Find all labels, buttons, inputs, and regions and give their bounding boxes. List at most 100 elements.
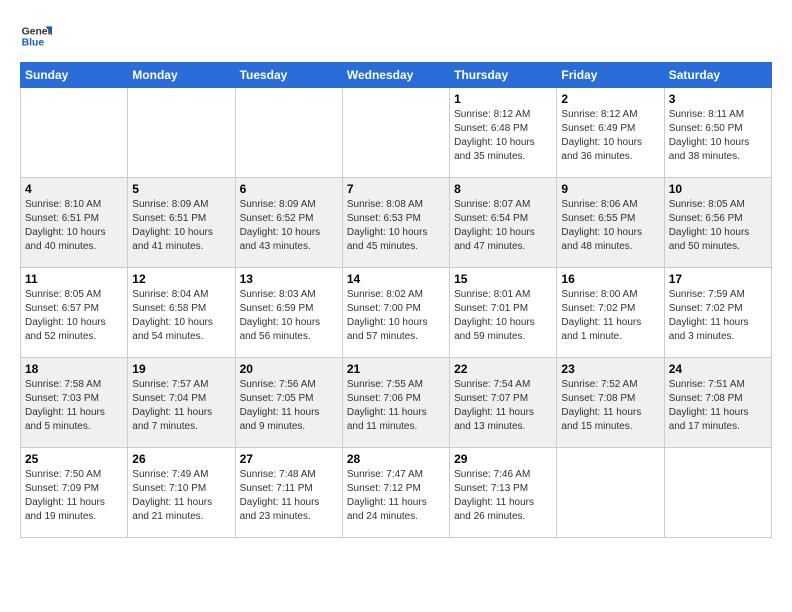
column-header-thursday: Thursday (450, 63, 557, 88)
calendar-week-4: 18 Sunrise: 7:58 AM Sunset: 7:03 PM Dayli… (21, 358, 772, 448)
day-info: Sunrise: 7:57 AM Sunset: 7:04 PM Dayligh… (132, 378, 230, 434)
calendar-cell: 20 Sunrise: 7:56 AM Sunset: 7:05 PM Dayli… (235, 358, 342, 448)
column-header-tuesday: Tuesday (235, 63, 342, 88)
day-number: 2 (561, 92, 659, 106)
calendar-cell: 19 Sunrise: 7:57 AM Sunset: 7:04 PM Dayli… (128, 358, 235, 448)
day-info: Sunrise: 7:59 AM Sunset: 7:02 PM Dayligh… (669, 288, 767, 344)
calendar-cell (235, 88, 342, 178)
calendar-cell: 2 Sunrise: 8:12 AM Sunset: 6:49 PM Daylig… (557, 88, 664, 178)
day-number: 15 (454, 272, 552, 286)
day-number: 13 (240, 272, 338, 286)
calendar-cell: 27 Sunrise: 7:48 AM Sunset: 7:11 PM Dayli… (235, 448, 342, 538)
day-number: 22 (454, 362, 552, 376)
calendar-cell: 17 Sunrise: 7:59 AM Sunset: 7:02 PM Dayli… (664, 268, 771, 358)
column-header-sunday: Sunday (21, 63, 128, 88)
day-number: 4 (25, 182, 123, 196)
day-info: Sunrise: 8:09 AM Sunset: 6:52 PM Dayligh… (240, 198, 338, 254)
day-info: Sunrise: 7:54 AM Sunset: 7:07 PM Dayligh… (454, 378, 552, 434)
day-number: 20 (240, 362, 338, 376)
calendar-cell: 1 Sunrise: 8:12 AM Sunset: 6:48 PM Daylig… (450, 88, 557, 178)
day-number: 17 (669, 272, 767, 286)
calendar-week-3: 11 Sunrise: 8:05 AM Sunset: 6:57 PM Dayli… (21, 268, 772, 358)
day-info: Sunrise: 8:12 AM Sunset: 6:48 PM Dayligh… (454, 108, 552, 164)
calendar-table: SundayMondayTuesdayWednesdayThursdayFrid… (20, 62, 772, 538)
calendar-week-2: 4Sunrise: 8:10 AM Sunset: 6:51 PM Daylig… (21, 178, 772, 268)
calendar-cell: 29 Sunrise: 7:46 AM Sunset: 7:13 PM Dayli… (450, 448, 557, 538)
day-number: 5 (132, 182, 230, 196)
calendar-cell: 22 Sunrise: 7:54 AM Sunset: 7:07 PM Dayli… (450, 358, 557, 448)
calendar-cell: 25 Sunrise: 7:50 AM Sunset: 7:09 PM Dayli… (21, 448, 128, 538)
calendar-cell: 23 Sunrise: 7:52 AM Sunset: 7:08 PM Dayli… (557, 358, 664, 448)
calendar-cell: 28 Sunrise: 7:47 AM Sunset: 7:12 PM Dayli… (342, 448, 449, 538)
day-number: 21 (347, 362, 445, 376)
day-number: 1 (454, 92, 552, 106)
day-info: Sunrise: 8:12 AM Sunset: 6:49 PM Dayligh… (561, 108, 659, 164)
day-info: Sunrise: 7:56 AM Sunset: 7:05 PM Dayligh… (240, 378, 338, 434)
day-number: 6 (240, 182, 338, 196)
calendar-cell (21, 88, 128, 178)
day-info: Sunrise: 7:47 AM Sunset: 7:12 PM Dayligh… (347, 468, 445, 524)
day-info: Sunrise: 8:09 AM Sunset: 6:51 PM Dayligh… (132, 198, 230, 254)
column-header-monday: Monday (128, 63, 235, 88)
calendar-cell: 8 Sunrise: 8:07 AM Sunset: 6:54 PM Daylig… (450, 178, 557, 268)
day-info: Sunrise: 7:50 AM Sunset: 7:09 PM Dayligh… (25, 468, 123, 524)
calendar-header-row: SundayMondayTuesdayWednesdayThursdayFrid… (21, 63, 772, 88)
day-number: 29 (454, 452, 552, 466)
calendar-cell: 5 Sunrise: 8:09 AM Sunset: 6:51 PM Daylig… (128, 178, 235, 268)
calendar-cell: 9Sunrise: 8:06 AM Sunset: 6:55 PM Daylig… (557, 178, 664, 268)
calendar-cell: 11 Sunrise: 8:05 AM Sunset: 6:57 PM Dayli… (21, 268, 128, 358)
day-info: Sunrise: 8:04 AM Sunset: 6:58 PM Dayligh… (132, 288, 230, 344)
logo-icon: General Blue (20, 20, 52, 52)
day-info: Sunrise: 8:00 AM Sunset: 7:02 PM Dayligh… (561, 288, 659, 344)
calendar-cell (128, 88, 235, 178)
column-header-saturday: Saturday (664, 63, 771, 88)
calendar-cell: 14 Sunrise: 8:02 AM Sunset: 7:00 PM Dayli… (342, 268, 449, 358)
day-info: Sunrise: 8:01 AM Sunset: 7:01 PM Dayligh… (454, 288, 552, 344)
day-number: 7 (347, 182, 445, 196)
calendar-week-1: 1 Sunrise: 8:12 AM Sunset: 6:48 PM Daylig… (21, 88, 772, 178)
day-info: Sunrise: 7:55 AM Sunset: 7:06 PM Dayligh… (347, 378, 445, 434)
calendar-cell: 24 Sunrise: 7:51 AM Sunset: 7:08 PM Dayli… (664, 358, 771, 448)
day-info: Sunrise: 8:06 AM Sunset: 6:55 PM Dayligh… (561, 198, 659, 254)
day-info: Sunrise: 7:49 AM Sunset: 7:10 PM Dayligh… (132, 468, 230, 524)
day-number: 11 (25, 272, 123, 286)
day-number: 3 (669, 92, 767, 106)
day-info: Sunrise: 7:52 AM Sunset: 7:08 PM Dayligh… (561, 378, 659, 434)
day-number: 23 (561, 362, 659, 376)
calendar-cell: 12Sunrise: 8:04 AM Sunset: 6:58 PM Dayli… (128, 268, 235, 358)
day-info: Sunrise: 7:48 AM Sunset: 7:11 PM Dayligh… (240, 468, 338, 524)
day-number: 24 (669, 362, 767, 376)
page-header: General Blue (20, 20, 772, 52)
logo: General Blue (20, 20, 52, 52)
day-number: 25 (25, 452, 123, 466)
calendar-cell: 15 Sunrise: 8:01 AM Sunset: 7:01 PM Dayli… (450, 268, 557, 358)
day-number: 8 (454, 182, 552, 196)
day-info: Sunrise: 8:11 AM Sunset: 6:50 PM Dayligh… (669, 108, 767, 164)
day-info: Sunrise: 7:46 AM Sunset: 7:13 PM Dayligh… (454, 468, 552, 524)
svg-text:Blue: Blue (22, 38, 45, 49)
day-number: 19 (132, 362, 230, 376)
calendar-cell (342, 88, 449, 178)
calendar-cell: 6 Sunrise: 8:09 AM Sunset: 6:52 PM Daylig… (235, 178, 342, 268)
day-number: 16 (561, 272, 659, 286)
day-info: Sunrise: 8:02 AM Sunset: 7:00 PM Dayligh… (347, 288, 445, 344)
day-number: 27 (240, 452, 338, 466)
day-info: Sunrise: 8:03 AM Sunset: 6:59 PM Dayligh… (240, 288, 338, 344)
calendar-cell: 13 Sunrise: 8:03 AM Sunset: 6:59 PM Dayli… (235, 268, 342, 358)
day-info: Sunrise: 8:05 AM Sunset: 6:56 PM Dayligh… (669, 198, 767, 254)
day-number: 14 (347, 272, 445, 286)
column-header-wednesday: Wednesday (342, 63, 449, 88)
day-info: Sunrise: 8:05 AM Sunset: 6:57 PM Dayligh… (25, 288, 123, 344)
day-info: Sunrise: 7:51 AM Sunset: 7:08 PM Dayligh… (669, 378, 767, 434)
day-number: 18 (25, 362, 123, 376)
day-number: 28 (347, 452, 445, 466)
day-info: Sunrise: 8:08 AM Sunset: 6:53 PM Dayligh… (347, 198, 445, 254)
calendar-cell: 10 Sunrise: 8:05 AM Sunset: 6:56 PM Dayli… (664, 178, 771, 268)
day-number: 10 (669, 182, 767, 196)
calendar-cell: 3 Sunrise: 8:11 AM Sunset: 6:50 PM Daylig… (664, 88, 771, 178)
day-info: Sunrise: 8:07 AM Sunset: 6:54 PM Dayligh… (454, 198, 552, 254)
calendar-cell: 18 Sunrise: 7:58 AM Sunset: 7:03 PM Dayli… (21, 358, 128, 448)
calendar-cell: 7 Sunrise: 8:08 AM Sunset: 6:53 PM Daylig… (342, 178, 449, 268)
day-info: Sunrise: 7:58 AM Sunset: 7:03 PM Dayligh… (25, 378, 123, 434)
calendar-cell: 16 Sunrise: 8:00 AM Sunset: 7:02 PM Dayli… (557, 268, 664, 358)
